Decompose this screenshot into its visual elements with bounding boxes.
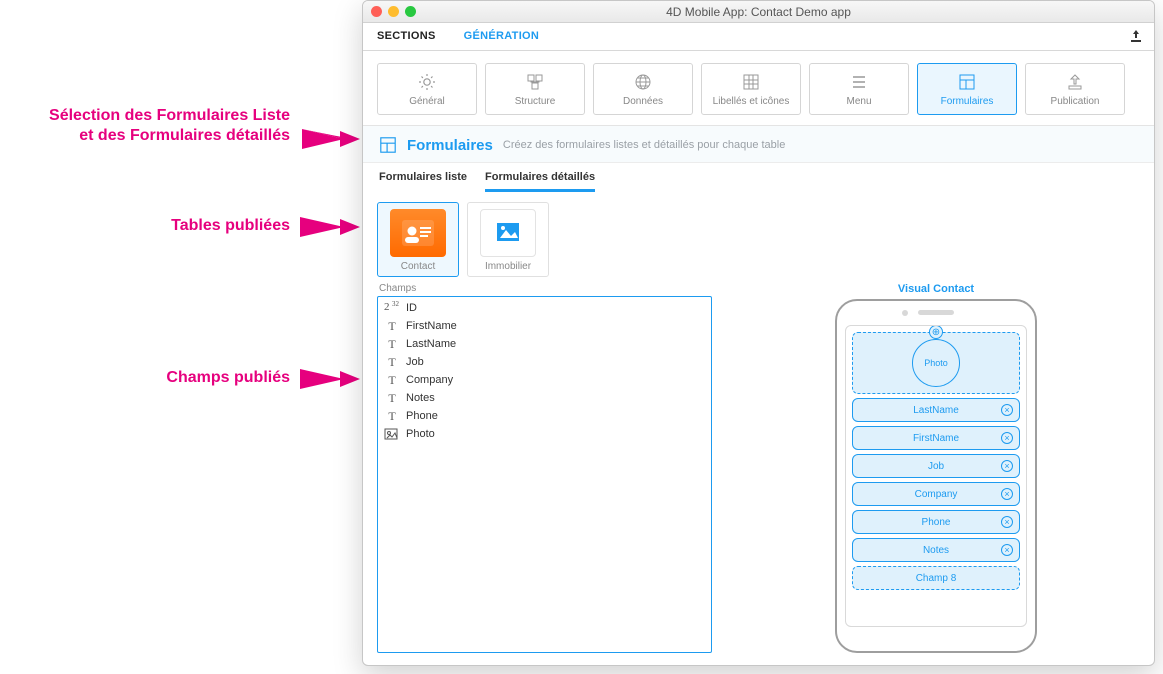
toolbar-general[interactable]: Général	[377, 63, 477, 115]
field-row[interactable]: TFirstName	[378, 317, 711, 335]
slot-lastname[interactable]: LastName×	[852, 398, 1020, 422]
type-text-icon: T	[384, 409, 400, 423]
field-row[interactable]: TNotes	[378, 389, 711, 407]
toolbar-formulaires-label: Formulaires	[941, 96, 994, 107]
remove-icon[interactable]: ×	[1001, 516, 1013, 528]
type-text-icon: T	[384, 373, 400, 387]
section-subtitle: Créez des formulaires listes et détaillé…	[503, 139, 785, 151]
subtab-detail[interactable]: Formulaires détaillés	[485, 171, 595, 192]
layout-icon	[957, 72, 977, 92]
table-card-contact[interactable]: Contact	[377, 202, 459, 277]
app-window: 4D Mobile App: Contact Demo app SECTIONS…	[362, 0, 1155, 666]
toolbar-menu-label: Menu	[846, 96, 871, 107]
remove-icon[interactable]: ×	[1001, 488, 1013, 500]
field-row[interactable]: TLastName	[378, 335, 711, 353]
arrow-form-selection	[300, 125, 360, 153]
toolbar-general-label: Général	[409, 96, 445, 107]
toolbar-libelles[interactable]: Libellés et icônes	[701, 63, 801, 115]
publish-icon	[1065, 72, 1085, 92]
slot-photo[interactable]: ⊕ Photo	[852, 332, 1020, 394]
phone-camera	[902, 310, 908, 316]
type-number-icon	[384, 301, 400, 315]
slot-company[interactable]: Company×	[852, 482, 1020, 506]
phone-preview: ⊕ Photo LastName× FirstName× Job× Compan…	[835, 299, 1037, 653]
toolbar-donnees-label: Données	[623, 96, 663, 107]
field-row[interactable]: ID	[378, 299, 711, 317]
structure-icon	[525, 72, 545, 92]
type-text-icon: T	[384, 319, 400, 333]
toolbar-formulaires[interactable]: Formulaires	[917, 63, 1017, 115]
section-header: Formulaires Créez des formulaires listes…	[363, 126, 1154, 163]
arrow-tables	[300, 213, 360, 241]
layout-icon	[379, 136, 397, 154]
slot-firstname[interactable]: FirstName×	[852, 426, 1020, 450]
type-text-icon: T	[384, 355, 400, 369]
annotation-tables: Tables publiées	[0, 216, 290, 236]
titlebar: 4D Mobile App: Contact Demo app	[363, 1, 1154, 23]
tab-generation[interactable]: GÉNÉRATION	[450, 23, 554, 50]
toolbar-libelles-label: Libellés et icônes	[713, 96, 790, 107]
arrow-fields	[300, 365, 360, 393]
remove-icon[interactable]: ×	[1001, 544, 1013, 556]
field-row[interactable]: TCompany	[378, 371, 711, 389]
table-card-immobilier[interactable]: Immobilier	[467, 202, 549, 277]
subtab-list[interactable]: Formulaires liste	[379, 171, 467, 192]
top-tab-row: SECTIONS GÉNÉRATION	[363, 23, 1154, 51]
remove-icon[interactable]: ×	[1001, 460, 1013, 472]
remove-icon[interactable]: ×	[1001, 404, 1013, 416]
field-row[interactable]: Photo	[378, 425, 711, 443]
image-icon	[480, 209, 536, 257]
fields-label: Champs	[377, 283, 712, 296]
tab-sections[interactable]: SECTIONS	[363, 23, 450, 50]
list-icon	[849, 72, 869, 92]
table-card-contact-label: Contact	[401, 261, 435, 272]
table-card-immobilier-label: Immobilier	[485, 261, 531, 272]
annotation-fields: Champs publiés	[0, 368, 290, 388]
type-text-icon: T	[384, 391, 400, 405]
slot-empty[interactable]: Champ 8	[852, 566, 1020, 590]
grid-icon	[741, 72, 761, 92]
type-image-icon	[384, 427, 400, 441]
toolbar-structure-label: Structure	[515, 96, 556, 107]
field-row[interactable]: TPhone	[378, 407, 711, 425]
toolbar-menu[interactable]: Menu	[809, 63, 909, 115]
form-subtabs: Formulaires liste Formulaires détaillés	[363, 163, 1154, 192]
slot-handle-icon[interactable]: ⊕	[929, 325, 943, 339]
table-cards: Contact Immobilier	[363, 192, 1154, 283]
slot-job[interactable]: Job×	[852, 454, 1020, 478]
type-text-icon: T	[384, 337, 400, 351]
toolbar-structure[interactable]: Structure	[485, 63, 585, 115]
field-row[interactable]: TJob	[378, 353, 711, 371]
slot-phone[interactable]: Phone×	[852, 510, 1020, 534]
toolbar-donnees[interactable]: Données	[593, 63, 693, 115]
phone-screen: ⊕ Photo LastName× FirstName× Job× Compan…	[845, 325, 1027, 627]
globe-icon	[633, 72, 653, 92]
preview-title: Visual Contact	[898, 283, 974, 299]
remove-icon[interactable]: ×	[1001, 432, 1013, 444]
window-title: 4D Mobile App: Contact Demo app	[363, 5, 1154, 19]
upload-icon[interactable]	[1128, 28, 1144, 44]
annotation-form-selection: Sélection des Formulaires Liste et des F…	[0, 106, 290, 146]
toolbar-publication-label: Publication	[1051, 96, 1100, 107]
slot-notes[interactable]: Notes×	[852, 538, 1020, 562]
section-title: Formulaires	[407, 137, 493, 154]
gear-icon	[417, 72, 437, 92]
phone-speaker	[918, 310, 954, 315]
section-toolbar: Général Structure Données Libellés et ic…	[363, 51, 1154, 126]
toolbar-publication[interactable]: Publication	[1025, 63, 1125, 115]
fields-list[interactable]: ID TFirstName TLastName TJob TCompany TN…	[377, 296, 712, 653]
contact-card-icon	[390, 209, 446, 257]
